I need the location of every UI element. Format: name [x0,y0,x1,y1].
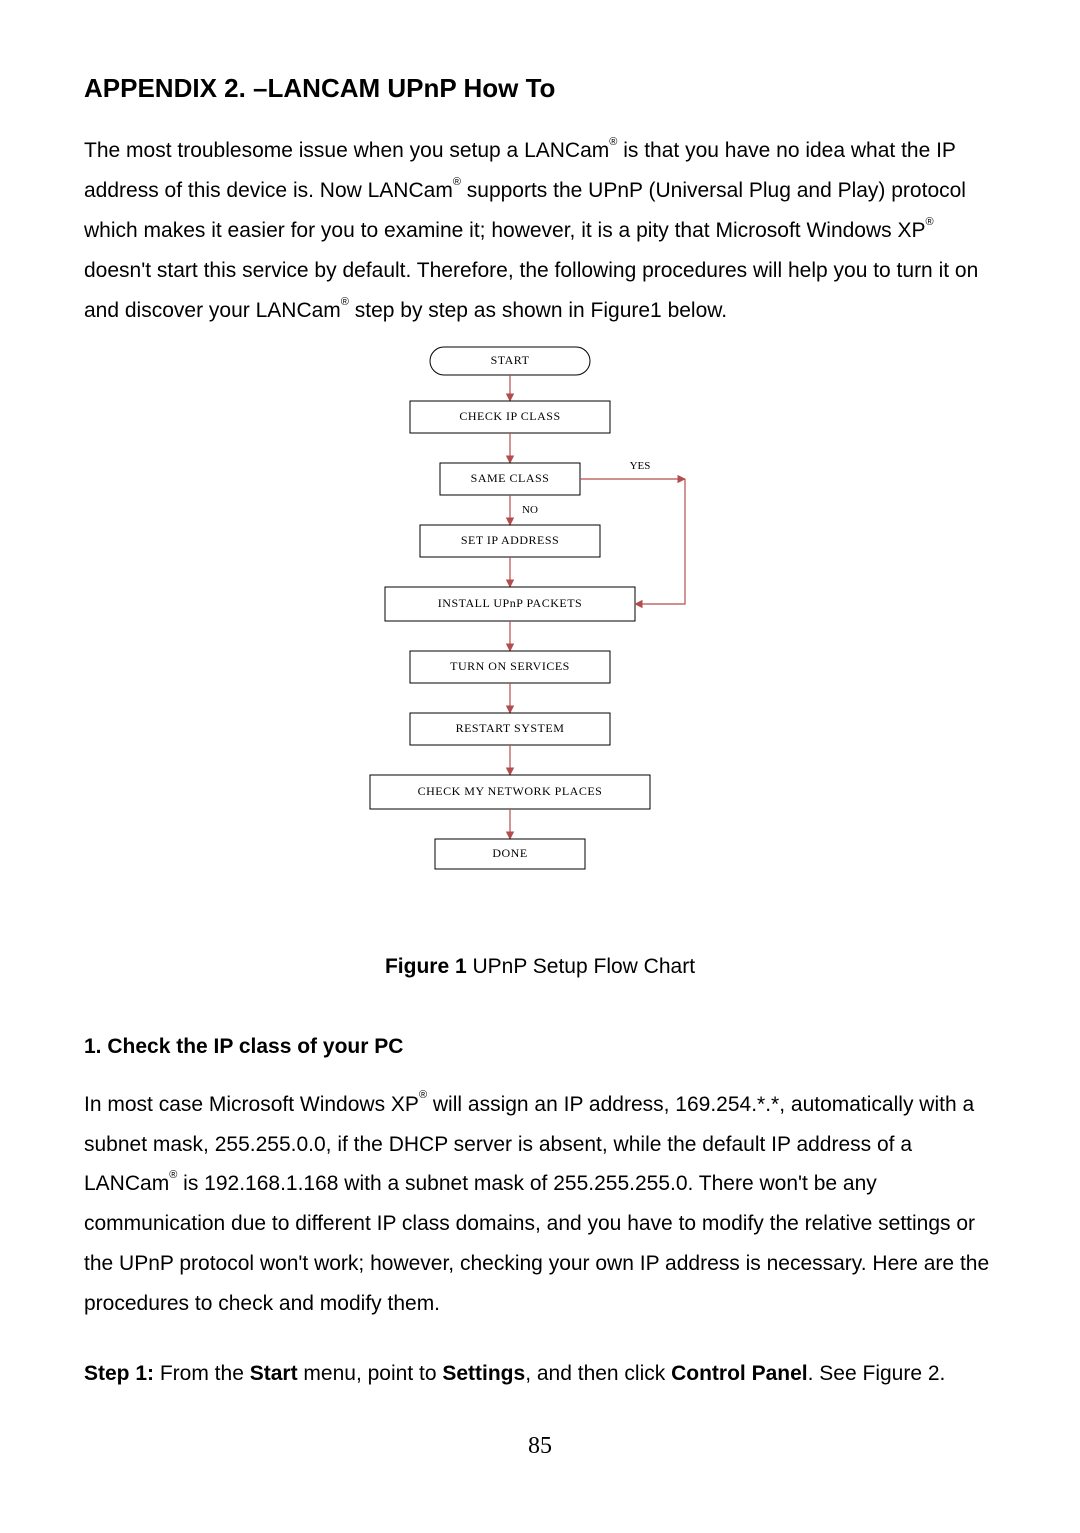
flow-restart: RESTART SYSTEM [456,721,565,735]
registered-mark: ® [609,136,617,148]
registered-mark: ® [419,1089,427,1101]
intro-text-5: step by step as shown in Figure1 below. [355,299,727,322]
registered-mark: ® [341,296,349,308]
step-1: Step 1: From the Start menu, point to Se… [84,1354,996,1394]
s1-text-a: In most case Microsoft Windows XP [84,1093,419,1116]
registered-mark: ® [169,1169,177,1181]
intro-text-1: The most troublesome issue when you setu… [84,139,609,162]
step1-g: . See Figure 2. [808,1362,946,1385]
registered-mark: ® [453,176,461,188]
flow-same-class: SAME CLASS [471,471,550,485]
page-number: 85 [84,1424,996,1470]
step1-c: menu, point to [298,1362,443,1385]
flow-turn-on: TURN ON SERVICES [450,659,570,673]
upnp-flowchart: .box-r { fill:none; stroke:#000; stroke-… [330,339,750,929]
step1-start: Start [250,1362,298,1385]
flow-start: START [491,353,530,367]
figure-caption-text: UPnP Setup Flow Chart [467,955,695,978]
intro-paragraph: The most troublesome issue when you setu… [84,131,996,330]
step1-control-panel: Control Panel [671,1362,808,1385]
figure-number: Figure 1 [385,955,467,978]
flow-check-net: CHECK MY NETWORK PLACES [418,784,603,798]
registered-mark: ® [926,216,934,228]
flow-check-ip: CHECK IP CLASS [459,409,560,423]
figure-caption: Figure 1 UPnP Setup Flow Chart [84,947,996,987]
flow-done: DONE [492,846,527,860]
appendix-title: APPENDIX 2. –LANCAM UPnP How To [84,64,996,113]
flow-no-label: NO [522,504,538,516]
s1-text-c: is 192.168.1.168 with a subnet mask of 2… [84,1172,989,1315]
flow-install: INSTALL UPnP PACKETS [438,596,582,610]
step-1-label: Step 1: [84,1362,154,1385]
step1-settings: Settings [442,1362,525,1385]
section-1-paragraph: In most case Microsoft Windows XP® will … [84,1085,996,1324]
flowchart-container: .box-r { fill:none; stroke:#000; stroke-… [84,339,996,929]
step1-a: From the [154,1362,250,1385]
flow-set-ip: SET IP ADDRESS [461,533,559,547]
step1-e: , and then click [525,1362,671,1385]
section-1-heading: 1. Check the IP class of your PC [84,1027,996,1067]
flow-yes-label: YES [630,460,651,472]
